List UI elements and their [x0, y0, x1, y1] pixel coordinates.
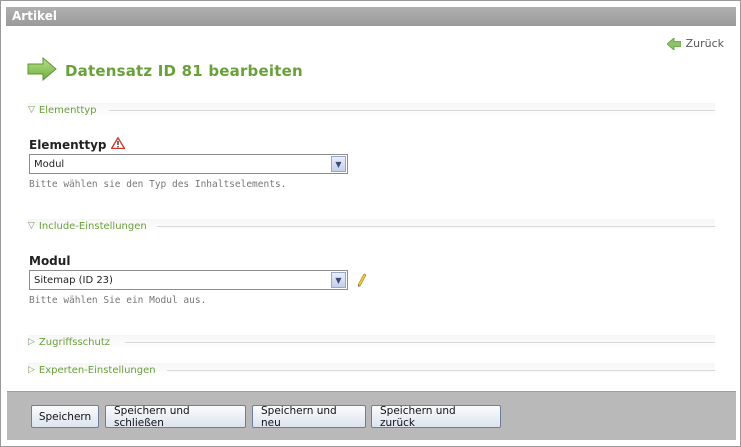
footer-toolbar: Speichern Speichern und schließen Speich… — [7, 391, 736, 440]
page-title: Datensatz ID 81 bearbeiten — [65, 61, 303, 80]
save-new-button[interactable]: Speichern und neu — [252, 405, 366, 429]
field-label-modul: Modul — [29, 254, 70, 268]
elementtyp-select-value: Modul — [34, 158, 65, 170]
pencil-icon[interactable] — [357, 273, 367, 290]
article-window: Artikel Zurück Datensatz ID 81 bearbeite… — [0, 0, 741, 447]
save-button[interactable]: Speichern — [31, 405, 99, 428]
section-divider — [125, 342, 715, 343]
section-legend-zugriffsschutz: Zugriffsschutz — [38, 336, 111, 348]
field-label-elementtyp: Elementtyp — [29, 136, 126, 152]
section-divider — [167, 370, 715, 371]
chevron-down-icon[interactable]: ▼ — [331, 272, 346, 288]
section-legend-experten: Experten-Einstellungen — [38, 364, 156, 376]
section-divider — [109, 110, 715, 111]
window-titlebar: Artikel — [6, 7, 736, 26]
arrow-right-icon — [27, 56, 57, 84]
section-legend-elementtyp: Elementtyp — [38, 104, 97, 116]
chevron-down-icon[interactable]: ▼ — [331, 156, 346, 172]
triangle-right-icon: ▷ — [28, 365, 35, 375]
triangle-down-icon: ▽ — [28, 221, 35, 231]
field-label-text: Elementtyp — [29, 137, 107, 152]
save-back-button[interactable]: Speichern und zurück — [371, 405, 501, 429]
warning-icon — [109, 136, 126, 152]
elementtyp-select[interactable]: Modul ▼ — [29, 154, 348, 174]
section-toggle-experten[interactable]: ▷ Experten-Einstellungen — [28, 363, 156, 377]
modul-select-value: Sitemap (ID 23) — [34, 274, 113, 286]
arrow-left-icon — [666, 37, 681, 50]
section-toggle-elementtyp[interactable]: ▽ Elementtyp — [28, 103, 97, 117]
section-legend-include: Include-Einstellungen — [38, 220, 147, 232]
triangle-right-icon: ▷ — [28, 337, 35, 347]
field-label-text: Modul — [29, 254, 71, 268]
save-close-button[interactable]: Speichern und schließen — [105, 405, 246, 429]
elementtyp-help-text: Bitte wählen sie den Typ des Inhaltselem… — [29, 179, 287, 190]
triangle-down-icon: ▽ — [28, 105, 35, 115]
page-heading: Datensatz ID 81 bearbeiten — [27, 56, 303, 84]
section-divider — [157, 226, 715, 227]
back-link-label: Zurück — [685, 37, 724, 50]
back-link[interactable]: Zurück — [666, 37, 724, 50]
modul-select[interactable]: Sitemap (ID 23) ▼ — [29, 270, 348, 290]
section-toggle-include[interactable]: ▽ Include-Einstellungen — [28, 219, 147, 233]
section-toggle-zugriffsschutz[interactable]: ▷ Zugriffsschutz — [28, 335, 110, 349]
modul-help-text: Bitte wählen Sie ein Modul aus. — [29, 295, 207, 306]
